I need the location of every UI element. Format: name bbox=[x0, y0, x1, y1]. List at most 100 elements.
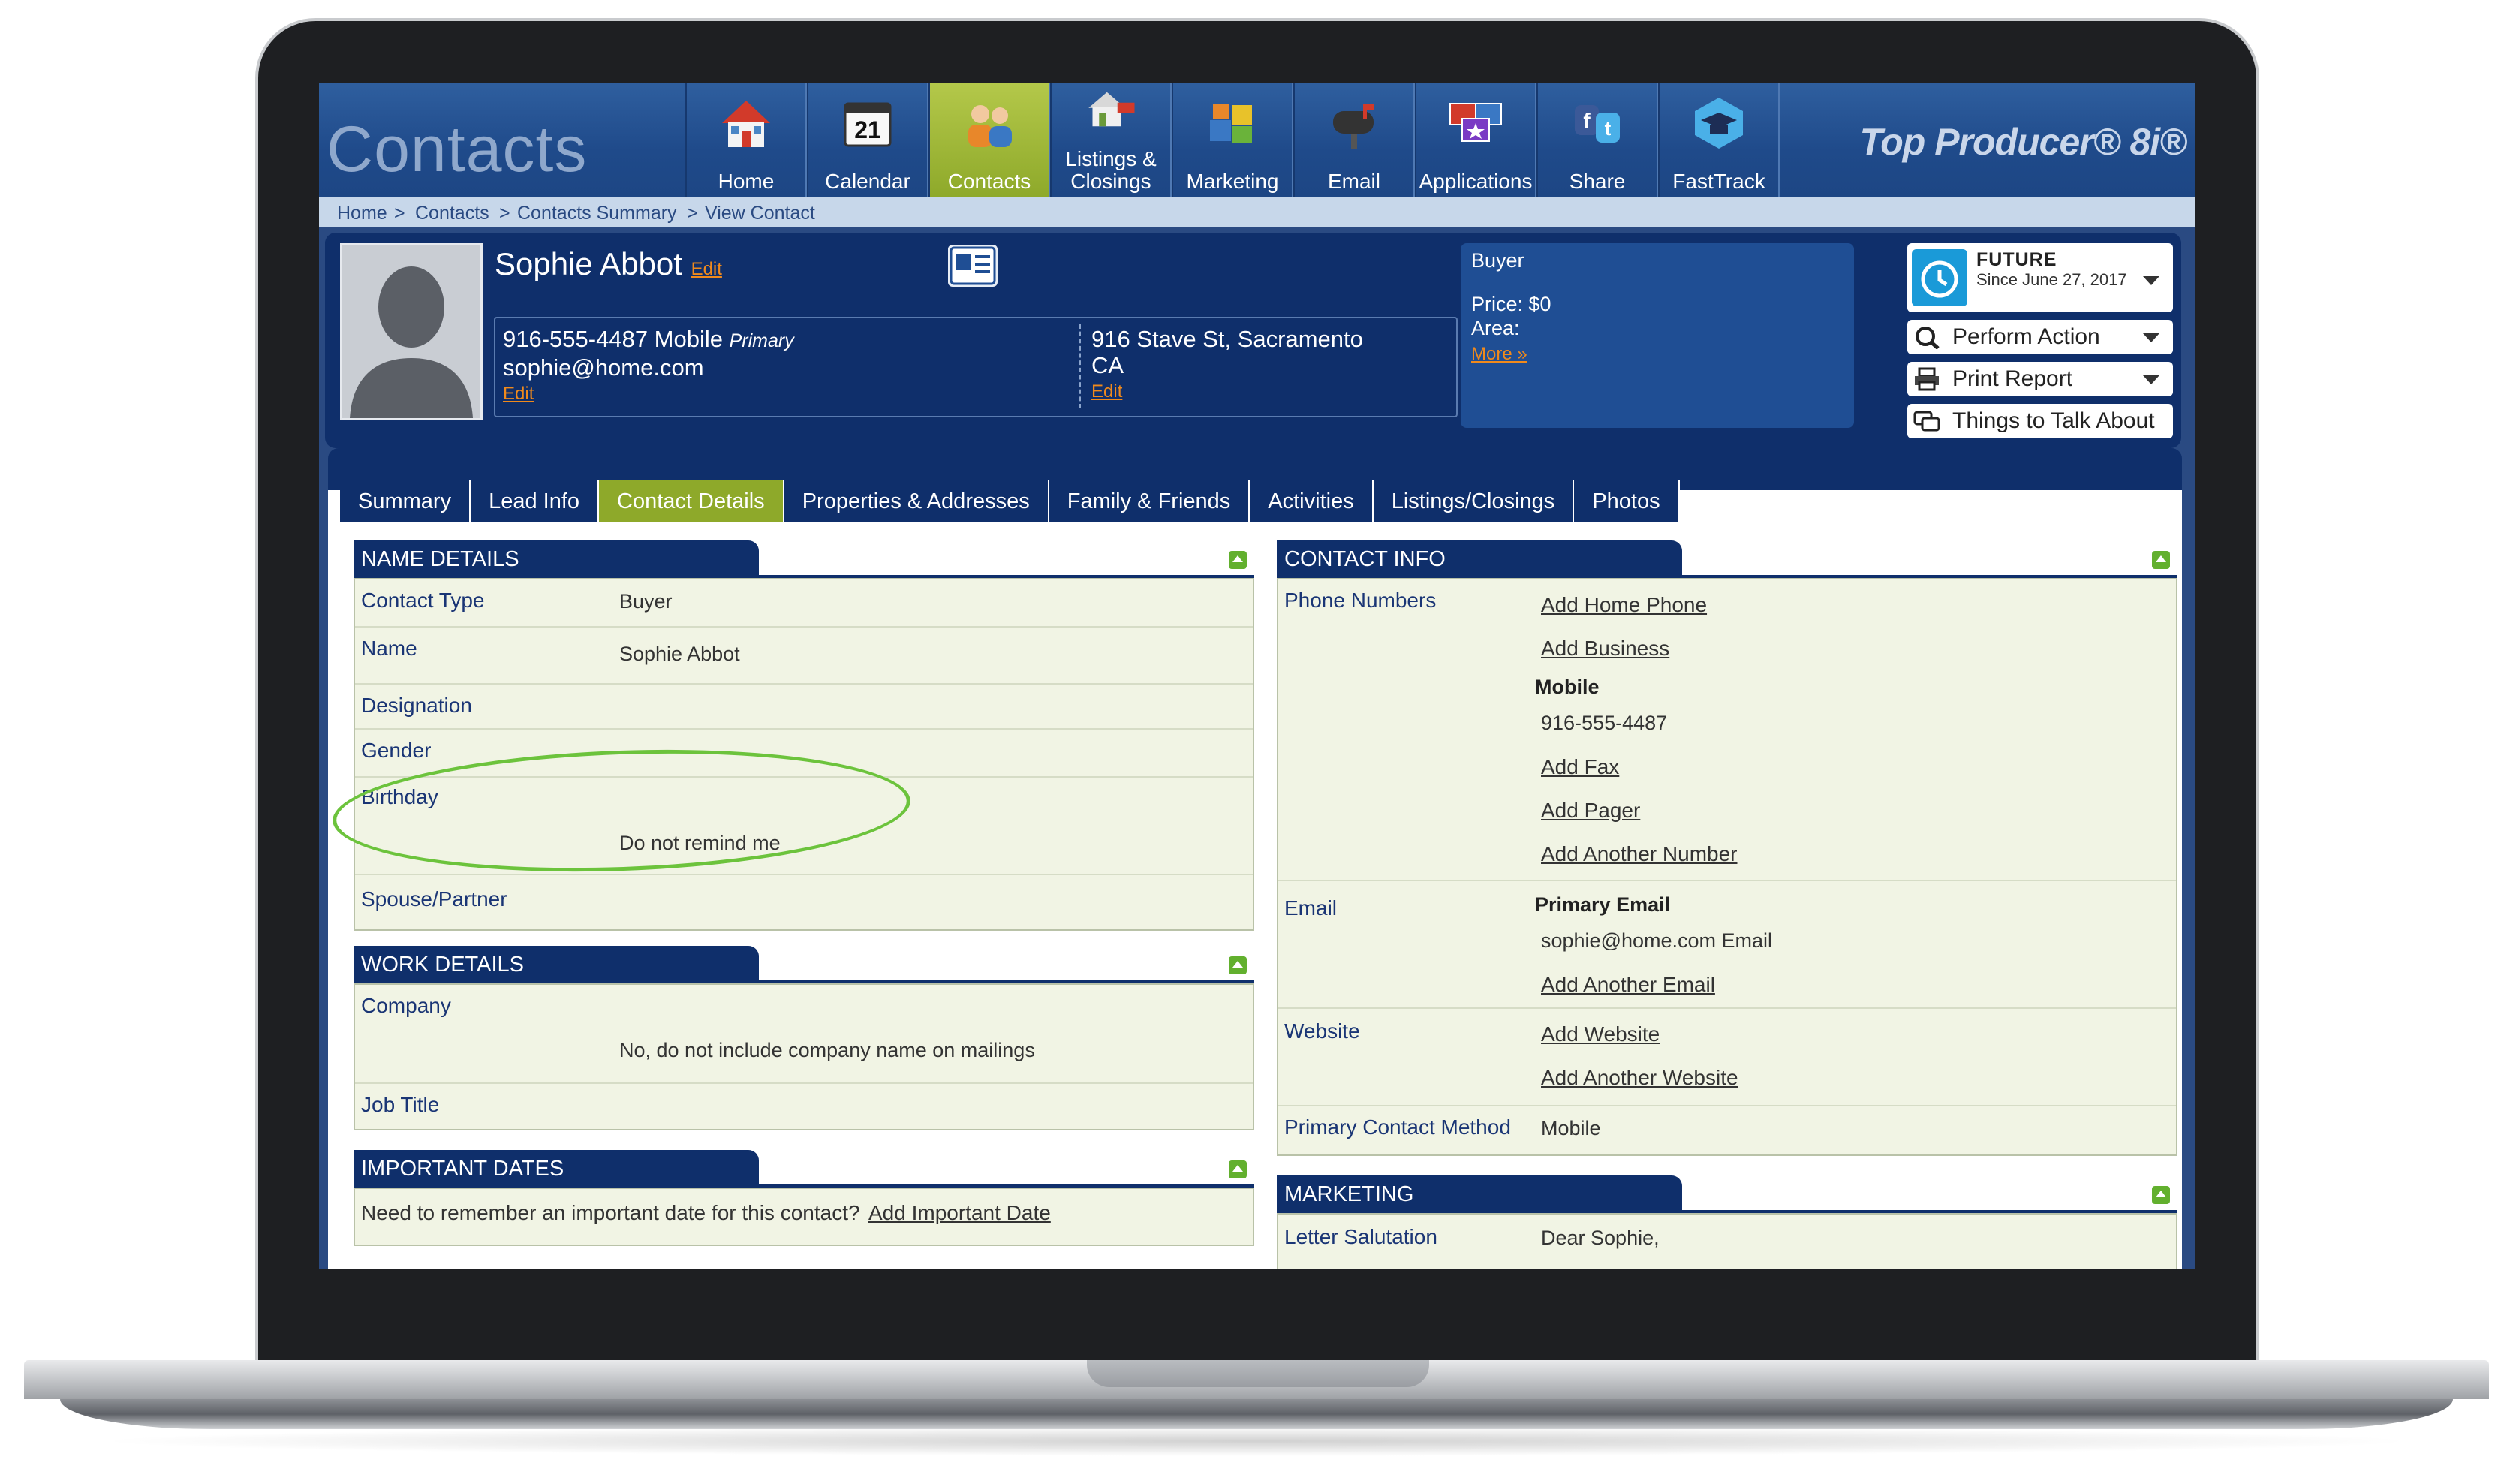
contact-address-line2: CA bbox=[1091, 352, 1124, 378]
crumb-sep: > bbox=[687, 203, 698, 224]
calendar-icon: 21 bbox=[844, 102, 892, 147]
svg-text:t: t bbox=[1605, 117, 1612, 140]
row-website: Website Add Website Add Another Website bbox=[1278, 1007, 2176, 1106]
nav-contacts[interactable]: Contacts bbox=[928, 83, 1050, 197]
add-another-number-link[interactable]: Add Another Number bbox=[1541, 842, 1738, 866]
tab-family-friends[interactable]: Family & Friends bbox=[1049, 480, 1250, 522]
phone-primary-tag: Primary bbox=[729, 330, 794, 351]
nav-label: Applications bbox=[1419, 170, 1533, 193]
nav-label: Home bbox=[718, 170, 775, 193]
contact-info-section: CONTACT INFO Phone Numbers Add Home Phon… bbox=[1277, 540, 2177, 1156]
add-business-link[interactable]: Add Business bbox=[1541, 637, 1669, 661]
top-bar: Contacts Home 21 Calendar Contacts Listi… bbox=[319, 83, 2195, 197]
svg-text:f: f bbox=[1583, 109, 1591, 132]
collapse-icon[interactable] bbox=[2152, 1186, 2170, 1204]
field-label: Website bbox=[1284, 1019, 1360, 1043]
add-another-website-link[interactable]: Add Another Website bbox=[1541, 1066, 1738, 1090]
print-report-label: Print Report bbox=[1952, 366, 2073, 391]
field-value: Dear Sophie, bbox=[1541, 1227, 1660, 1249]
app-screen: Contacts Home 21 Calendar Contacts Listi… bbox=[319, 83, 2195, 1269]
vcard-icon[interactable] bbox=[948, 245, 998, 287]
contact-phone: 916-555-4487 Mobile bbox=[503, 326, 723, 352]
add-fax-link[interactable]: Add Fax bbox=[1541, 755, 1619, 779]
page-title: Contacts bbox=[327, 113, 588, 185]
contact-address-line1: 916 Stave St, Sacramento bbox=[1091, 326, 1363, 352]
graduation-cap-icon bbox=[1695, 98, 1743, 149]
nav-listings[interactable]: Listings & Closings bbox=[1050, 83, 1172, 197]
nav-label: Calendar bbox=[825, 170, 910, 193]
add-another-email-link[interactable]: Add Another Email bbox=[1541, 973, 1715, 997]
tab-properties-addresses[interactable]: Properties & Addresses bbox=[784, 480, 1049, 522]
contacts-icon bbox=[968, 105, 1012, 147]
collapse-icon[interactable] bbox=[2152, 551, 2170, 569]
field-label: Phone Numbers bbox=[1284, 588, 1437, 612]
add-important-date-link[interactable]: Add Important Date bbox=[868, 1201, 1051, 1225]
section-title: NAME DETAILS bbox=[354, 540, 759, 576]
nav-marketing[interactable]: Marketing bbox=[1172, 83, 1293, 197]
section-body: Letter Salutation Dear Sophie, bbox=[1277, 1213, 2177, 1269]
work-details-section: WORK DETAILS Company No, do not include … bbox=[354, 946, 1254, 1133]
status-badge[interactable]: FUTURE Since June 27, 2017 bbox=[1907, 243, 2173, 312]
tab-contact-details[interactable]: Contact Details bbox=[599, 480, 784, 522]
contact-name-row: Sophie Abbot Edit bbox=[495, 246, 722, 282]
section-title: WORK DETAILS bbox=[354, 946, 759, 982]
address-col: 916 Stave St, Sacramento CA Edit bbox=[1091, 326, 1363, 405]
buyer-price: Price: $0 bbox=[1471, 293, 1551, 315]
collapse-icon[interactable] bbox=[1229, 956, 1247, 974]
name-details-section: NAME DETAILS Contact Type Buyer Name Sop… bbox=[330, 540, 1254, 931]
field-label: Gender bbox=[361, 739, 432, 762]
buyer-type: Buyer bbox=[1471, 249, 1524, 272]
tab-photos[interactable]: Photos bbox=[1574, 480, 1680, 522]
row-spouse: Spouse/Partner bbox=[355, 874, 1253, 931]
crumb-contacts[interactable]: Contacts bbox=[415, 203, 489, 224]
tab-lead-info[interactable]: Lead Info bbox=[471, 480, 600, 522]
nav-calendar[interactable]: 21 Calendar bbox=[807, 83, 928, 197]
edit-address-link[interactable]: Edit bbox=[1091, 378, 1363, 405]
tab-listings-closings[interactable]: Listings/Closings bbox=[1373, 480, 1575, 522]
things-to-talk-about-button[interactable]: Things to Talk About bbox=[1907, 404, 2173, 438]
tab-activities[interactable]: Activities bbox=[1250, 480, 1374, 522]
magnifier-icon bbox=[1916, 327, 1940, 349]
buyer-more-link[interactable]: More » bbox=[1471, 344, 1527, 365]
field-label: Name bbox=[361, 637, 417, 660]
perform-action-button[interactable]: Perform Action bbox=[1907, 320, 2173, 354]
important-dates-section: IMPORTANT DATES Need to remember an impo… bbox=[354, 1150, 1254, 1255]
row-email: Email Primary Email sophie@home.com Emai… bbox=[1278, 880, 2176, 1009]
tab-summary[interactable]: Summary bbox=[340, 480, 471, 522]
company-mailings-value: No, do not include company name on maili… bbox=[619, 1039, 1035, 1061]
status-title: FUTURE bbox=[1976, 249, 2057, 270]
crumb-home[interactable]: Home bbox=[337, 203, 387, 224]
field-value: Buyer bbox=[619, 590, 673, 613]
field-label: Email bbox=[1284, 896, 1338, 920]
nav-label: FastTrack bbox=[1672, 170, 1765, 193]
listings-icon bbox=[1088, 92, 1135, 127]
section-body: Contact Type Buyer Name Sophie Abbot Des… bbox=[354, 578, 1254, 931]
collapse-icon[interactable] bbox=[1229, 551, 1247, 569]
nav-fasttrack[interactable]: FastTrack bbox=[1658, 83, 1780, 197]
row-name: Name Sophie Abbot bbox=[355, 626, 1253, 685]
mailbox-icon bbox=[1333, 104, 1374, 149]
marketing-icon bbox=[1210, 104, 1252, 143]
printer-icon bbox=[1915, 367, 1939, 391]
add-website-link[interactable]: Add Website bbox=[1541, 1022, 1660, 1046]
edit-phone-email-link[interactable]: Edit bbox=[503, 381, 794, 407]
nav-share[interactable]: f t Share bbox=[1536, 83, 1658, 197]
calendar-day: 21 bbox=[854, 116, 881, 143]
phone-email-col: 916-555-4487 Mobile Primary sophie@home.… bbox=[503, 326, 794, 407]
perform-action-label: Perform Action bbox=[1952, 324, 2100, 349]
print-report-button[interactable]: Print Report bbox=[1907, 362, 2173, 396]
add-home-phone-link[interactable]: Add Home Phone bbox=[1541, 593, 1707, 617]
primary-email-value[interactable]: sophie@home.com Email bbox=[1541, 929, 1772, 953]
crumb-contacts-summary[interactable]: Contacts Summary bbox=[517, 203, 677, 224]
buyer-area: Area: bbox=[1471, 317, 1520, 339]
nav-applications[interactable]: Applications bbox=[1415, 83, 1536, 197]
nav-label: Share bbox=[1569, 170, 1626, 193]
add-pager-link[interactable]: Add Pager bbox=[1541, 799, 1640, 823]
nav-label: Marketing bbox=[1186, 170, 1279, 193]
contact-email[interactable]: sophie@home.com bbox=[503, 354, 794, 381]
nav-home[interactable]: Home bbox=[685, 83, 807, 197]
collapse-icon[interactable] bbox=[1229, 1160, 1247, 1178]
main-nav: Home 21 Calendar Contacts Listings & Clo… bbox=[685, 83, 1780, 197]
edit-name-link[interactable]: Edit bbox=[691, 259, 722, 279]
nav-email[interactable]: Email bbox=[1293, 83, 1415, 197]
